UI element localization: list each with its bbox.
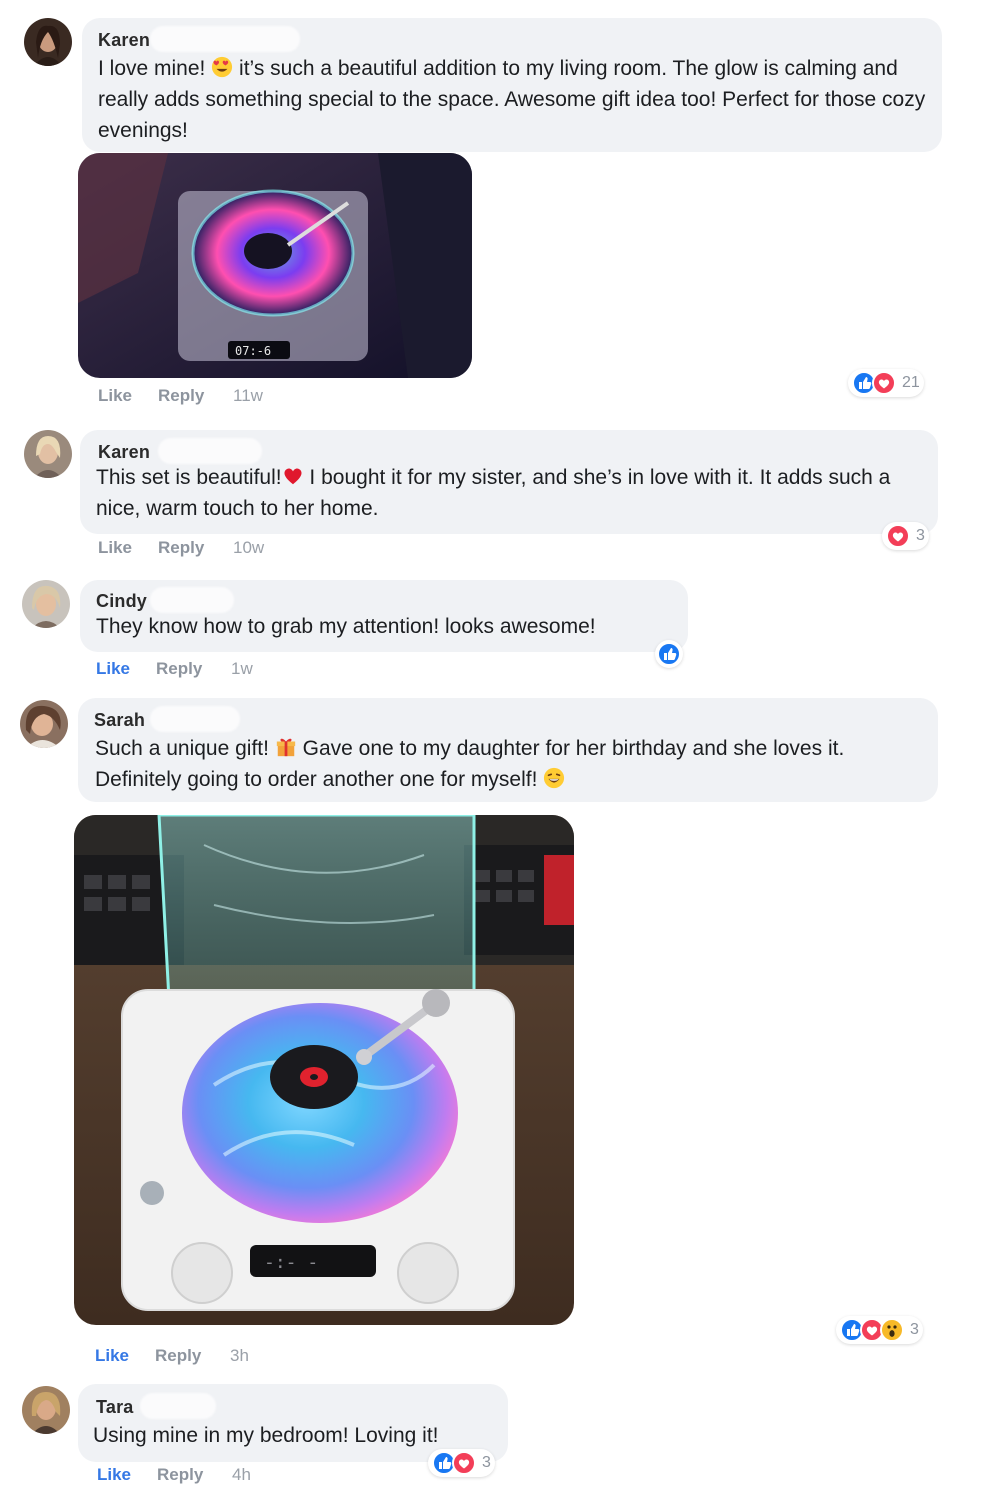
comment-actions: Like Reply 3h [95,1346,249,1366]
avatar[interactable] [22,580,70,628]
comment-text: I love mine! it’s such a beautiful addit… [98,56,926,142]
comment-text: This set is beautiful! I bought it for m… [96,466,891,520]
avatar[interactable] [24,18,72,66]
comment-text: Using mine in my bedroom! Loving it! [93,1424,439,1447]
reaction-count: 3 [482,1454,491,1471]
reaction-summary[interactable]: 3 [882,522,929,550]
reaction-count: 3 [910,1321,919,1338]
author-name-redacted [158,438,262,464]
timestamp[interactable]: 4h [232,1465,251,1485]
reaction-count: 21 [902,374,920,391]
like-icon [657,642,681,666]
reaction-summary[interactable]: 3 [428,1449,495,1477]
timestamp[interactable]: 10w [233,538,264,558]
love-icon [452,1451,476,1475]
avatar[interactable] [24,430,72,478]
wow-icon [880,1318,904,1342]
comment-text: They know how to grab my attention! look… [96,615,596,638]
comment-text: Such a unique gift! Gave one to my daugh… [95,737,845,791]
reply-link[interactable]: Reply [157,1465,232,1485]
author-name[interactable]: Karen [98,442,150,463]
avatar[interactable] [20,700,68,748]
svg-text:07:-6: 07:-6 [235,344,271,358]
comment-sarah: Sarah Such a unique gift! Gave one to my… [0,690,1000,1380]
author-name[interactable]: Karen [98,30,150,51]
grinning-emoji [544,767,565,789]
reaction-count: 3 [916,527,925,544]
author-name-redacted [150,26,300,52]
timestamp[interactable]: 3h [230,1346,249,1366]
comment-cindy: Cindy They know how to grab my attention… [0,570,1000,690]
author-name[interactable]: Sarah [94,710,145,731]
heart-eyes-emoji [212,56,233,78]
avatar[interactable] [22,1386,70,1434]
like-link[interactable]: Like [96,659,156,679]
reaction-summary[interactable]: 3 [836,1316,923,1344]
gift-emoji [276,738,295,757]
love-icon [872,371,896,395]
comment-karen-1: Karen I love mine! it’s such a beautiful… [0,0,1000,420]
comment-actions: Like Reply 1w [96,659,253,679]
timestamp[interactable]: 11w [233,386,263,406]
comment-photo-turntable-night[interactable]: 07:-6 [78,153,472,378]
love-icon [886,524,910,548]
author-name[interactable]: Tara [96,1397,134,1418]
author-name-redacted [140,1393,216,1419]
timestamp[interactable]: 1w [231,659,253,679]
author-name-redacted [150,587,234,613]
like-link[interactable]: Like [98,386,158,406]
comment-tara: Tara Using mine in my bedroom! Loving it… [0,1380,1000,1500]
svg-text:-:- -: -:- - [264,1252,318,1273]
comment-actions: Like Reply 4h [97,1465,251,1485]
like-link[interactable]: Like [95,1346,155,1366]
red-heart-emoji [284,468,302,485]
reaction-summary[interactable] [655,640,683,668]
comment-actions: Like Reply 10w [98,538,264,558]
reaction-summary[interactable]: 21 [848,369,924,397]
comment-karen-2: Karen This set is beautiful! I bought it… [0,420,1000,570]
like-link[interactable]: Like [98,538,158,558]
reply-link[interactable]: Reply [155,1346,230,1366]
like-link[interactable]: Like [97,1465,157,1485]
reply-link[interactable]: Reply [158,538,233,558]
reply-link[interactable]: Reply [158,386,233,406]
reply-link[interactable]: Reply [156,659,231,679]
author-name[interactable]: Cindy [96,591,147,612]
comment-photo-turntable-desk[interactable]: -:- - [74,815,574,1325]
comment-actions: Like Reply 11w [98,386,263,406]
author-name-redacted [150,706,240,732]
